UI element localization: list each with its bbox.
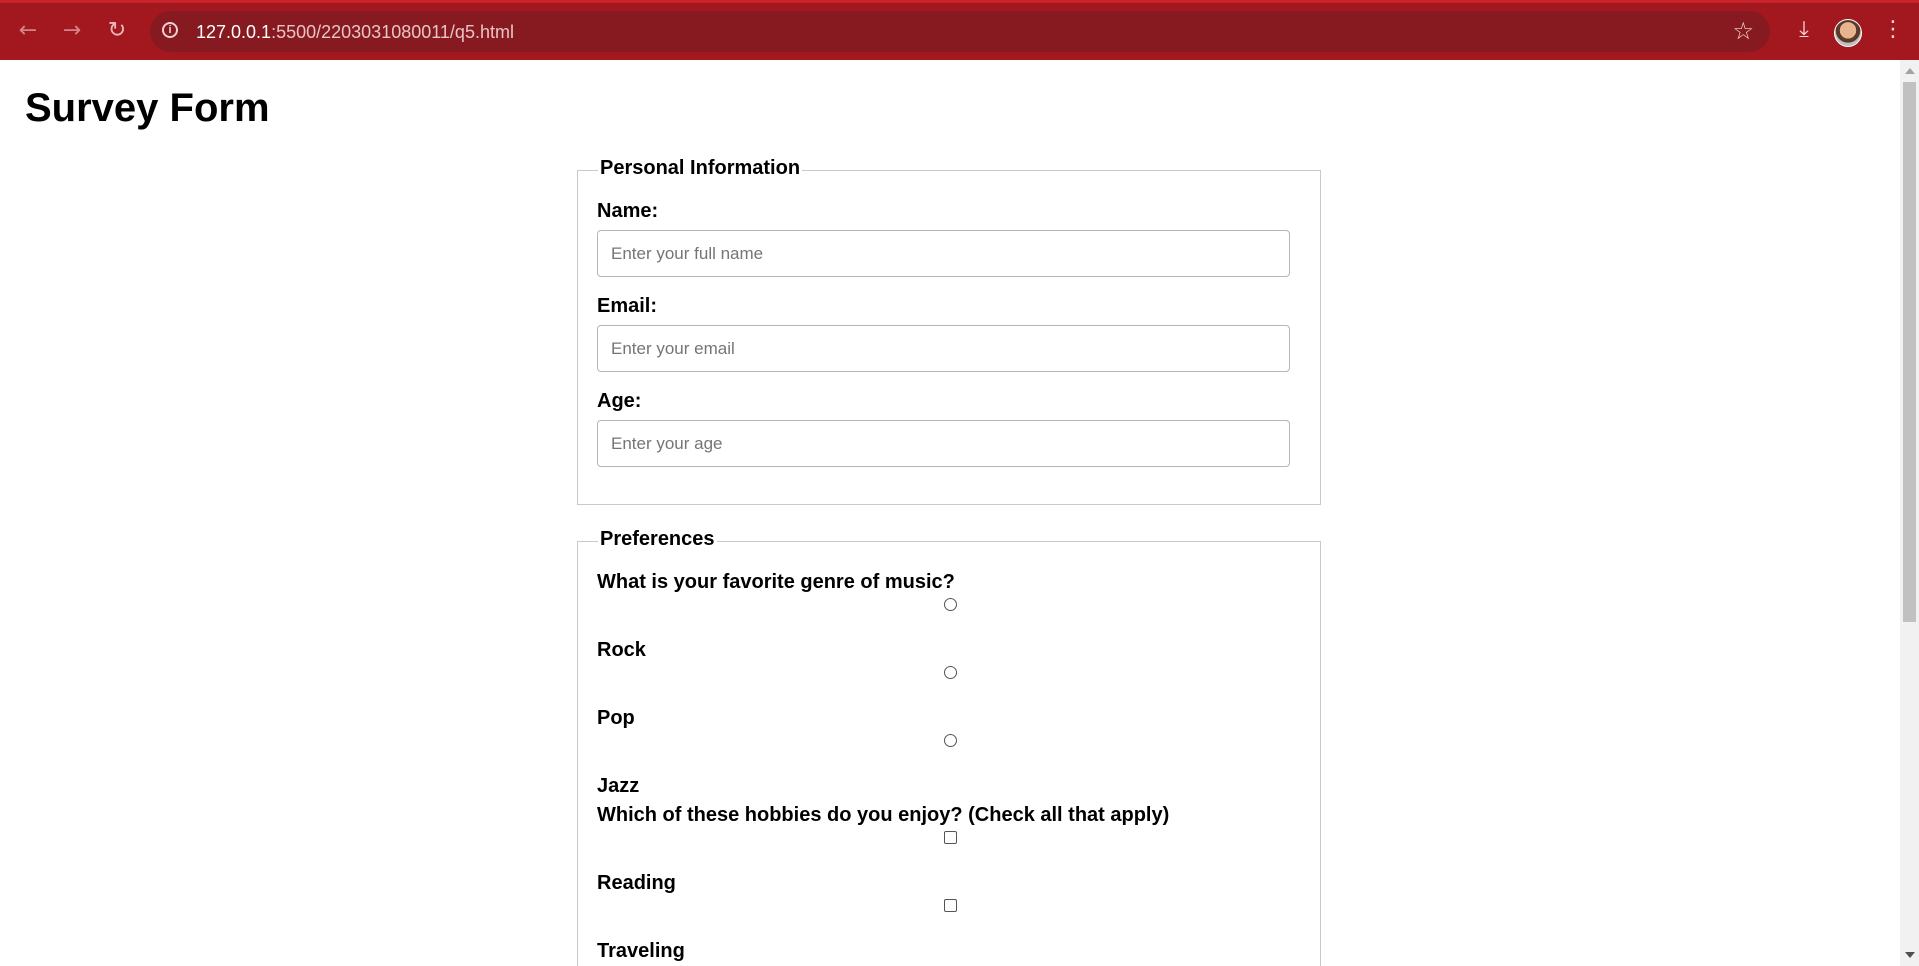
page-content: Survey Form Personal Information Name: E…: [0, 60, 1900, 966]
email-input[interactable]: [597, 325, 1290, 372]
browser-toolbar: ← → ↻ i 127.0.0.1:5500/2203031080011/q5.…: [0, 0, 1919, 60]
genre-question: What is your favorite genre of music?: [597, 571, 955, 593]
preferences-fieldset: Preferences What is your favorite genre …: [577, 528, 1321, 966]
genre-label-jazz: Jazz: [597, 775, 640, 797]
hobby-label-reading: Reading: [597, 872, 676, 894]
forward-arrow-icon[interactable]: →: [58, 17, 86, 45]
name-label: Name:: [597, 200, 659, 222]
email-label: Email:: [597, 295, 658, 317]
checkbox-reading[interactable]: [944, 831, 957, 844]
back-arrow-icon[interactable]: ←: [14, 17, 42, 45]
age-label: Age:: [597, 390, 642, 412]
kebab-menu-icon[interactable]: ⋮: [1882, 17, 1904, 45]
radio-pop[interactable]: [944, 666, 957, 679]
download-icon[interactable]: ⤓: [1790, 17, 1818, 45]
url-text[interactable]: 127.0.0.1:5500/2203031080011/q5.html: [196, 22, 514, 43]
scroll-up-arrow-icon[interactable]: [1905, 68, 1915, 74]
hobby-question: Which of these hobbies do you enjoy? (Ch…: [597, 804, 1170, 826]
radio-rock[interactable]: [944, 598, 957, 611]
genre-label-pop: Pop: [597, 707, 635, 729]
preferences-legend: Preferences: [598, 528, 717, 551]
reload-icon[interactable]: ↻: [103, 17, 131, 45]
personal-information-legend: Personal Information: [598, 157, 803, 180]
vertical-scrollbar[interactable]: [1900, 60, 1919, 966]
radio-jazz[interactable]: [944, 734, 957, 747]
checkbox-traveling[interactable]: [944, 899, 957, 912]
hobby-label-traveling: Traveling: [597, 940, 685, 962]
site-info-icon[interactable]: i: [162, 22, 178, 38]
bookmark-star-icon[interactable]: ☆: [1732, 17, 1754, 45]
scroll-thumb[interactable]: [1903, 82, 1916, 622]
genre-label-rock: Rock: [597, 639, 646, 661]
name-input[interactable]: [597, 230, 1290, 277]
personal-information-fieldset: Personal Information Name: Email: Age:: [577, 157, 1321, 505]
profile-avatar[interactable]: [1834, 19, 1862, 47]
page-title: Survey Form: [25, 86, 270, 130]
address-bar[interactable]: i 127.0.0.1:5500/2203031080011/q5.html ☆: [150, 11, 1770, 52]
age-input[interactable]: [597, 420, 1290, 467]
scroll-down-arrow-icon[interactable]: [1905, 952, 1915, 958]
